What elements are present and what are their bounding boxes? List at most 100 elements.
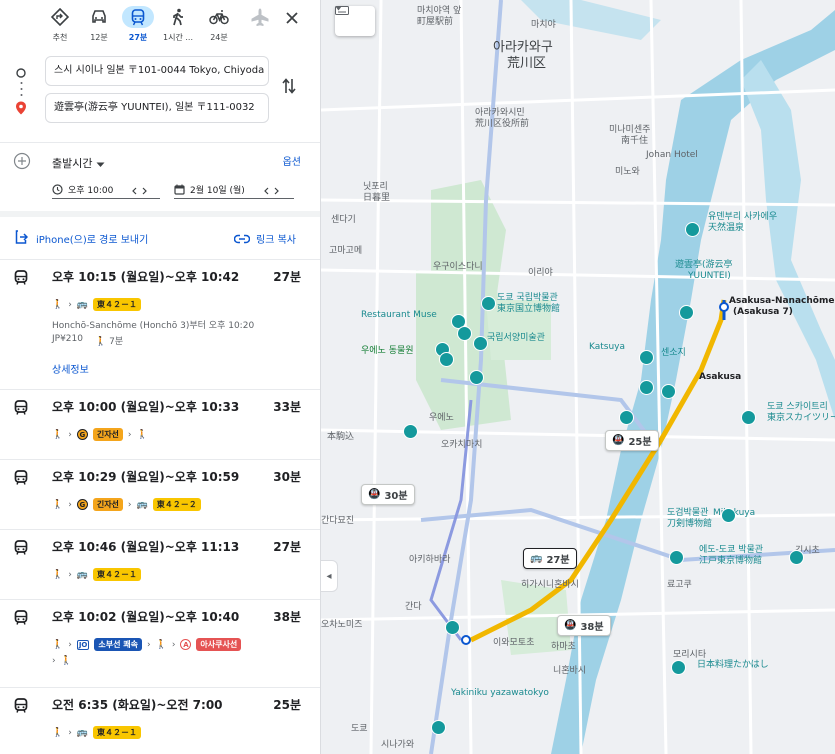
map-label: 日本料理たかはし xyxy=(697,660,769,670)
map-label: (Asakusa 7) xyxy=(733,307,793,317)
mode-walk[interactable]: 1시간 ... xyxy=(158,6,198,43)
map-label: 하마초 xyxy=(551,642,576,652)
details-link[interactable]: 상세정보 xyxy=(52,361,89,376)
route-duration-box[interactable]: 🚇 25분 xyxy=(605,430,659,451)
copy-link-button[interactable]: 링크 복사 xyxy=(233,229,296,248)
send-to-phone-button[interactable]: iPhone(으)로 경로 보내기 xyxy=(14,229,148,248)
collapse-panel-button[interactable]: ◂ xyxy=(321,560,338,592)
poi-pin[interactable] xyxy=(669,550,684,565)
map-label: 유덴부리 사카에우 xyxy=(708,212,778,222)
swap-icon[interactable] xyxy=(282,77,296,99)
send-phone-icon xyxy=(14,229,29,248)
route-option[interactable]: 오전 6:35 (화요일)~오전 7:00 25분 🚶 › 🚌 東４２－１ xyxy=(0,688,320,754)
route-duration-box[interactable]: 🚇 38분 xyxy=(557,615,611,636)
line-badge: 긴자선 xyxy=(92,428,123,441)
jr-line-icon: JO xyxy=(76,639,90,650)
map-label: 에도-도쿄 박물관 xyxy=(699,545,764,555)
map-label: 東京スカイツリー xyxy=(767,413,835,423)
fare: JP¥210 xyxy=(52,334,83,344)
poi-pin[interactable] xyxy=(481,296,496,311)
subway-icon xyxy=(14,470,28,489)
map-label: 시나가와 xyxy=(381,740,415,750)
map-label: 오차노미즈 xyxy=(321,620,363,630)
close-icon[interactable] xyxy=(280,6,304,30)
map-label: Johan Hotel xyxy=(646,150,698,160)
poi-pin[interactable] xyxy=(639,380,654,395)
directions-panel: 추천 12분 27분 1시간 ... 24분 스시 시이나 일본 〒101-00… xyxy=(0,0,321,754)
caret-down-icon xyxy=(96,153,105,172)
poi-pin[interactable] xyxy=(721,508,736,523)
origin-input[interactable]: 스시 시이나 일본 〒101-0044 Tokyo, Chiyoda xyxy=(45,56,269,86)
poi-pin[interactable] xyxy=(789,550,804,565)
poi-pin[interactable] xyxy=(473,336,488,351)
route-duration-box[interactable]: 🚇 30분 xyxy=(361,484,415,505)
map-label: Yakiniku yazawatokyo xyxy=(451,688,549,698)
bus-icon: 🚌 xyxy=(76,727,89,738)
route-option[interactable]: 오후 10:15 (월요일)~오후 10:42 27분 🚶 › 🚌 東４２－１ H… xyxy=(0,260,320,390)
map-label: 아키하바라 xyxy=(409,555,451,565)
poi-pin[interactable] xyxy=(685,222,700,237)
poi-pin[interactable] xyxy=(457,326,472,341)
map-label: Asakusa-Nanachōme xyxy=(729,296,835,306)
chevron-right-icon[interactable] xyxy=(274,180,279,199)
map-label: 東京国立博物館 xyxy=(497,304,561,314)
divider xyxy=(0,142,320,143)
poi-pin[interactable] xyxy=(403,424,418,439)
route-option[interactable]: 오후 10:46 (월요일)~오후 11:13 27분 🚶 › 🚌 東４２－１ xyxy=(0,530,320,600)
chevron-left-icon[interactable] xyxy=(263,180,269,199)
map-label: 天然温泉 xyxy=(708,223,745,233)
destination-input[interactable]: 遊雲亭(游云亭 YUUNTEI), 일본 〒111-0032 xyxy=(45,93,269,123)
depart-type-select[interactable]: 출발시간 xyxy=(52,153,105,172)
poi-pin[interactable] xyxy=(671,660,686,675)
route-duration-box[interactable]: 🚌 27분 xyxy=(523,548,577,569)
poi-pin[interactable] xyxy=(619,410,634,425)
bike-icon xyxy=(203,6,235,28)
route-option[interactable]: 오후 10:02 (월요일)~오후 10:40 38분 🚶 › JO 소부선 쾌속… xyxy=(0,600,320,688)
map-label: 荒川区 xyxy=(507,56,547,71)
poi-pin[interactable] xyxy=(445,620,460,635)
walk-icon: 🚶 xyxy=(136,429,148,440)
subway-icon xyxy=(14,400,28,419)
poi-pin[interactable] xyxy=(639,350,654,365)
map-label: 미노와 xyxy=(615,167,640,177)
divider xyxy=(0,211,320,217)
poi-pin[interactable] xyxy=(741,410,756,425)
train-icon: 🚇 xyxy=(368,489,381,500)
add-stop-icon[interactable] xyxy=(13,152,31,174)
route-option[interactable]: 오후 10:29 (월요일)~오후 10:59 30분 🚶 › G 긴자선 › 🚌 … xyxy=(0,460,320,530)
walk-icon: 🚶 xyxy=(52,299,64,310)
calendar-icon xyxy=(174,180,185,199)
map-label: 荒川区役所前 xyxy=(475,119,530,129)
train-icon: 🚇 xyxy=(564,620,577,631)
map-base xyxy=(321,0,835,754)
travel-modes: 추천 12분 27분 1시간 ... 24분 xyxy=(0,6,320,46)
poi-pin[interactable] xyxy=(469,370,484,385)
time-picker[interactable]: 오후 10:00 xyxy=(52,180,160,199)
map-label: YUUNTEI) xyxy=(688,271,731,281)
mode-recommended[interactable]: 추천 xyxy=(40,6,80,43)
poi-pin[interactable] xyxy=(439,352,454,367)
mode-drive[interactable]: 12분 xyxy=(79,6,119,43)
bus-icon: 🚌 xyxy=(136,499,148,510)
link-icon xyxy=(233,229,251,248)
route-option[interactable]: 오후 10:00 (월요일)~오후 10:33 33분 🚶 › G 긴자선 › 🚶 xyxy=(0,390,320,460)
layers-button[interactable] xyxy=(335,6,375,36)
mode-transit[interactable]: 27분 xyxy=(118,6,158,43)
mode-flight[interactable] xyxy=(240,6,280,32)
map-canvas[interactable]: 마치야역 앞 町屋駅前 마치야 아라카와구 荒川区 아라카와시민 荒川区役所前 … xyxy=(321,0,835,754)
walk-icon: 🚶 xyxy=(52,727,64,738)
chevron-right-icon[interactable] xyxy=(142,180,148,199)
poi-pin[interactable] xyxy=(431,720,446,735)
map-label: 南千住 xyxy=(621,136,649,146)
poi-pin[interactable] xyxy=(661,384,676,399)
poi-pin[interactable] xyxy=(679,305,694,320)
route-detail: Honchō-Sanchōme (Honchō 3)부터 오후 10:20 xyxy=(52,321,255,331)
mode-bike[interactable]: 24분 xyxy=(199,6,239,43)
bus-icon xyxy=(14,270,28,289)
map-label: 마치야 xyxy=(531,20,556,30)
route-dots-icon xyxy=(20,81,23,101)
options-link[interactable]: 옵션 xyxy=(283,153,301,168)
map-label: 니혼바시 xyxy=(553,666,587,676)
chevron-left-icon[interactable] xyxy=(132,180,137,199)
date-picker[interactable]: 2월 10일 (월) xyxy=(174,180,294,199)
